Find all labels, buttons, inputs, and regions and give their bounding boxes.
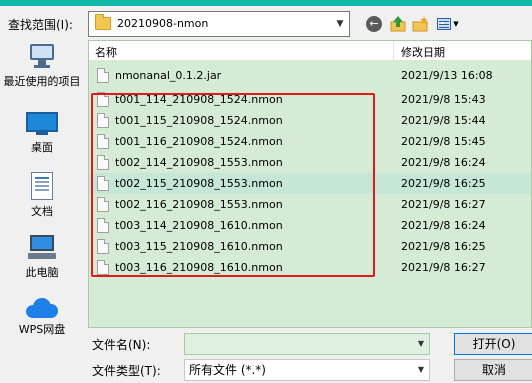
column-header-name[interactable]: 名称 — [95, 41, 117, 61]
column-header-date-modified[interactable]: 修改日期 — [401, 41, 445, 61]
file-icon — [97, 176, 109, 191]
list-item[interactable]: t002_116_210908_1553.nmon 2021/9/8 16:27 — [89, 194, 531, 215]
file-icon — [97, 68, 109, 83]
folder-icon — [95, 14, 111, 30]
chevron-down-icon[interactable]: ▼ — [331, 12, 349, 36]
list-item[interactable]: t001_114_210908_1524.nmon 2021/9/8 15:43 — [89, 89, 531, 110]
file-name: t002_116_210908_1553.nmon — [115, 198, 283, 211]
window-top-strip — [0, 0, 532, 6]
file-date: 2021/9/8 15:44 — [401, 114, 486, 127]
file-date: 2021/9/8 16:24 — [401, 156, 486, 169]
file-icon — [97, 134, 109, 149]
file-name: t003_116_210908_1610.nmon — [115, 261, 283, 274]
list-item-selected[interactable]: t002_115_210908_1553.nmon 2021/9/8 16:25 — [89, 173, 531, 194]
list-item[interactable]: t003_116_210908_1610.nmon 2021/9/8 16:27 — [89, 257, 531, 278]
new-folder-icon[interactable] — [410, 14, 430, 34]
file-name: t002_114_210908_1553.nmon — [115, 156, 283, 169]
file-icon — [97, 218, 109, 233]
file-icon — [97, 239, 109, 254]
file-name-label: 文件名(N): — [92, 338, 151, 352]
places-bar: 最近使用的项目 桌面 文档 此电脑 WPS网盘 — [0, 42, 84, 342]
list-item[interactable]: nmonanal_0.1.2.jar 2021/9/13 16:08 — [89, 65, 531, 86]
recent-items-icon — [30, 44, 54, 70]
list-item[interactable]: t002_114_210908_1553.nmon 2021/9/8 16:24 — [89, 152, 531, 173]
file-type-value: 所有文件 (*.*) — [189, 363, 266, 377]
file-name-input[interactable]: ▼ — [184, 333, 430, 355]
back-icon[interactable]: ← — [364, 14, 384, 34]
file-date: 2021/9/8 16:27 — [401, 261, 486, 274]
chevron-down-icon[interactable]: ▼ — [413, 334, 429, 354]
list-item[interactable]: t001_116_210908_1524.nmon 2021/9/8 15:45 — [89, 131, 531, 152]
cloud-drive-icon — [26, 298, 58, 318]
file-date: 2021/9/8 15:43 — [401, 93, 486, 106]
place-wps-cloud[interactable]: WPS网盘 — [0, 298, 84, 337]
look-in-label: 查找范围(I): — [8, 18, 73, 32]
file-date: 2021/9/13 16:08 — [401, 69, 493, 82]
list-item[interactable]: t001_115_210908_1524.nmon 2021/9/8 15:44 — [89, 110, 531, 131]
list-header: ^ 名称 修改日期 — [89, 40, 531, 61]
place-label: 此电脑 — [25, 266, 59, 279]
file-icon — [97, 113, 109, 128]
file-name: t001_114_210908_1524.nmon — [115, 93, 283, 106]
place-this-pc[interactable]: 此电脑 — [0, 235, 84, 280]
list-item[interactable]: t003_115_210908_1610.nmon 2021/9/8 16:25 — [89, 236, 531, 257]
file-icon — [97, 260, 109, 275]
place-documents[interactable]: 文档 — [0, 172, 84, 219]
file-icon — [97, 92, 109, 107]
sort-ascending-icon: ^ — [237, 40, 245, 48]
column-divider[interactable] — [393, 41, 394, 61]
place-label: 最近使用的项目 — [3, 75, 81, 88]
views-menu-icon[interactable]: ▼ — [434, 14, 462, 34]
desktop-icon — [26, 112, 58, 136]
place-label: 桌面 — [31, 141, 53, 154]
file-date: 2021/9/8 16:25 — [401, 240, 486, 253]
computer-icon — [28, 235, 56, 261]
file-date: 2021/9/8 16:25 — [401, 177, 486, 190]
file-list[interactable]: ^ 名称 修改日期 nmonanal_0.1.2.jar 2021/9/13 1… — [88, 40, 532, 328]
place-label: 文档 — [31, 205, 53, 218]
file-date: 2021/9/8 16:24 — [401, 219, 486, 232]
place-label: WPS网盘 — [18, 323, 66, 336]
up-folder-icon[interactable] — [388, 14, 408, 34]
file-icon — [97, 197, 109, 212]
file-name: nmonanal_0.1.2.jar — [115, 69, 222, 82]
file-name: t003_114_210908_1610.nmon — [115, 219, 283, 232]
chevron-down-icon[interactable]: ▼ — [413, 360, 429, 380]
file-name: t002_115_210908_1553.nmon — [115, 177, 283, 190]
file-name: t001_115_210908_1524.nmon — [115, 114, 283, 127]
place-desktop[interactable]: 桌面 — [0, 112, 84, 155]
file-type-select[interactable]: 所有文件 (*.*) ▼ — [184, 359, 430, 381]
file-icon — [97, 155, 109, 170]
file-date: 2021/9/8 15:45 — [401, 135, 486, 148]
look-in-value: 20210908-nmon — [117, 17, 209, 30]
file-name: t001_116_210908_1524.nmon — [115, 135, 283, 148]
place-recent-items[interactable]: 最近使用的项目 — [0, 44, 84, 89]
open-button[interactable]: 打开(O) — [454, 333, 532, 355]
file-type-label: 文件类型(T): — [92, 364, 161, 378]
cancel-button[interactable]: 取消 — [454, 359, 532, 381]
file-date: 2021/9/8 16:27 — [401, 198, 486, 211]
look-in-combobox[interactable]: 20210908-nmon ▼ — [88, 11, 350, 37]
list-item[interactable]: t003_114_210908_1610.nmon 2021/9/8 16:24 — [89, 215, 531, 236]
file-name: t003_115_210908_1610.nmon — [115, 240, 283, 253]
documents-icon — [31, 172, 53, 200]
